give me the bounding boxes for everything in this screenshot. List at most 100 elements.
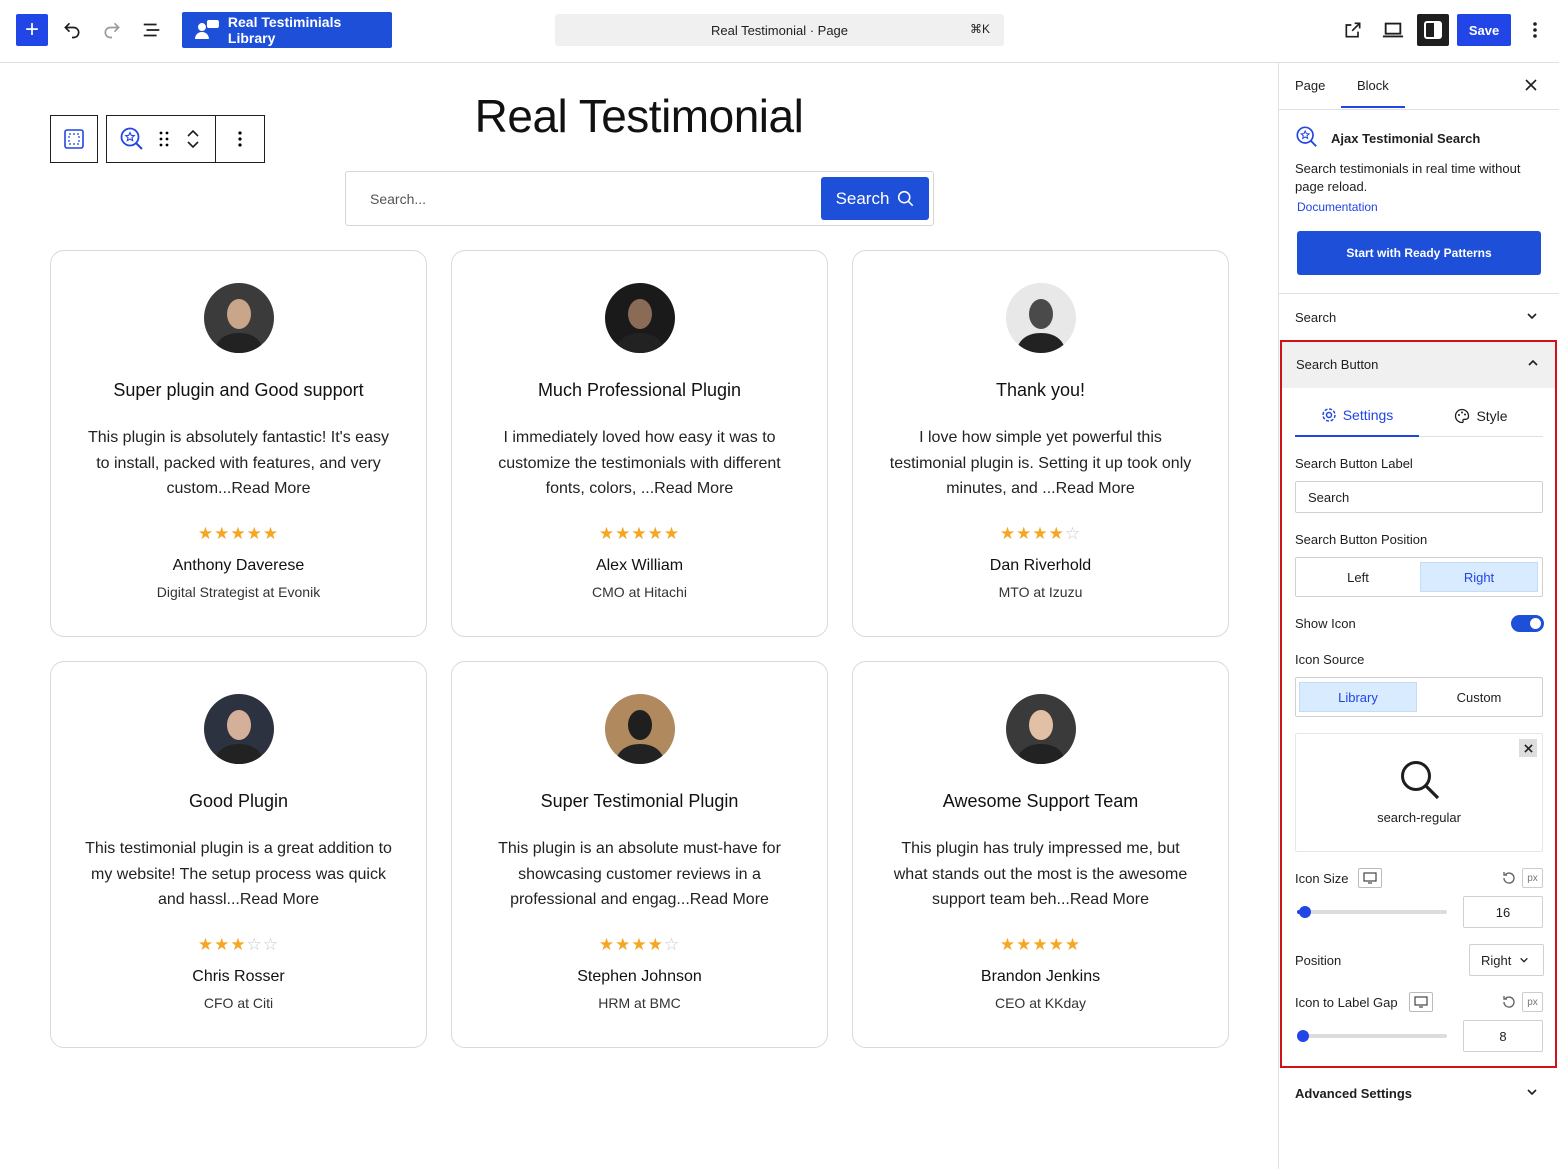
testimonial-role: HRM at BMC [598, 995, 681, 1011]
tab-page[interactable]: Page [1295, 78, 1325, 93]
redo-button[interactable] [98, 16, 126, 44]
ready-patterns-button[interactable]: Start with Ready Patterns [1297, 231, 1541, 275]
testimonial-text: I immediately loved how easy it was to c… [498, 429, 781, 497]
list-view-icon [143, 23, 160, 37]
star-filled-icon: ★ [214, 524, 231, 543]
avatar [1006, 283, 1076, 353]
settings-sidebar-toggle[interactable] [1417, 14, 1449, 46]
star-filled-icon: ★ [1064, 935, 1082, 954]
panel-advanced-settings[interactable]: Advanced Settings [1279, 1068, 1559, 1118]
chevron-down-icon [1527, 1089, 1537, 1096]
testimonial-title: Thank you! [995, 380, 1086, 400]
documentation-link[interactable]: Documentation [1297, 200, 1378, 214]
testimonial-author: Anthony Daverese [172, 557, 305, 574]
testimonial-author: Brandon Jenkins [980, 968, 1101, 985]
star-filled-icon: ★ [262, 524, 280, 543]
star-rating: ★★★★★ [853, 935, 1228, 955]
star-empty-icon: ☆ [246, 935, 263, 954]
star-filled-icon: ★ [598, 935, 616, 954]
undo-icon [64, 22, 80, 39]
avatar [1006, 694, 1076, 764]
star-filled-icon: ★ [999, 524, 1017, 543]
star-filled-icon: ★ [1048, 524, 1065, 543]
testimonial-role: CFO at Citi [203, 995, 274, 1011]
star-filled-icon: ★ [1016, 935, 1033, 954]
testimonial-library-icon [194, 20, 219, 39]
editor-canvas: Real Testimonial Search... Search Super … [0, 63, 1278, 1169]
sidebar-tabs: Page Block [1279, 63, 1559, 110]
star-filled-icon: ★ [1048, 935, 1065, 954]
testimonial-card: Much Professional Plugin I immediately lo… [451, 250, 828, 637]
star-filled-icon: ★ [999, 935, 1017, 954]
close-sidebar-button[interactable] [1525, 75, 1537, 96]
editor-top-toolbar: + Real Testiminials Library Real Testimo… [0, 0, 1559, 63]
star-rating: ★★★☆☆ [51, 935, 426, 955]
library-button-label: Real Testiminials Library [227, 14, 342, 46]
star-filled-icon: ★ [598, 524, 616, 543]
panel-search-title: Search [1295, 310, 1337, 325]
star-filled-icon: ★ [663, 524, 681, 543]
avatar [605, 694, 675, 764]
settings-sidebar: Page Block Ajax Testimonial Search Searc… [1278, 63, 1559, 1169]
tab-block[interactable]: Block [1341, 78, 1405, 108]
command-shortcut: ⌘K [969, 22, 990, 36]
redo-icon [104, 22, 120, 39]
testimonial-text: This plugin is an absolute must-have for… [498, 840, 781, 908]
chevron-down-icon [1527, 313, 1537, 320]
view-page-button[interactable] [1339, 16, 1367, 44]
avatar [605, 283, 675, 353]
star-filled-icon: ★ [1016, 524, 1033, 543]
testimonial-author: Dan Riverhold [989, 557, 1092, 574]
star-filled-icon: ★ [246, 524, 263, 543]
star-rating: ★★★★★ [51, 524, 426, 544]
testimonial-title: Super plugin and Good support [113, 380, 364, 400]
highlight-box [1280, 340, 1557, 1068]
save-button[interactable]: Save [1457, 14, 1511, 46]
search-input[interactable]: Search... [370, 191, 426, 207]
testimonials-library-button[interactable]: Real Testiminials Library [182, 12, 392, 48]
star-filled-icon: ★ [1032, 524, 1049, 543]
block-name: Ajax Testimonial Search [1331, 131, 1481, 146]
testimonial-role: CEO at KKday [994, 995, 1087, 1011]
testimonial-author: Alex William [595, 557, 684, 574]
search-icon [898, 190, 914, 207]
testimonial-card: Super Testimonial Plugin This plugin is a… [451, 661, 828, 1048]
testimonial-author: Chris Rosser [192, 968, 285, 985]
star-filled-icon: ★ [230, 524, 247, 543]
star-rating: ★★★★☆ [452, 935, 827, 955]
search-star-icon [1296, 126, 1317, 147]
avatar [204, 694, 274, 764]
testimonial-author: Stephen Johnson [577, 968, 702, 985]
star-rating: ★★★★★ [452, 524, 827, 544]
testimonial-card: Thank you! I love how simple yet powerful… [852, 250, 1229, 637]
star-filled-icon: ★ [631, 524, 648, 543]
star-filled-icon: ★ [615, 524, 632, 543]
testimonial-card: Good Plugin This testimonial plugin is a … [50, 661, 427, 1048]
star-filled-icon: ★ [1032, 935, 1049, 954]
preview-device-button[interactable] [1379, 16, 1407, 44]
star-filled-icon: ★ [631, 935, 648, 954]
search-submit-button[interactable]: Search [821, 177, 929, 220]
add-block-button[interactable]: + [16, 14, 48, 46]
testimonial-card: Awesome Support Team This plugin has trul… [852, 661, 1229, 1048]
command-palette-bar[interactable]: Real Testimonial · Page ⌘K [555, 14, 1004, 46]
testimonial-title: Good Plugin [188, 791, 289, 811]
options-menu-button[interactable] [1521, 16, 1549, 44]
star-empty-icon: ☆ [1064, 524, 1082, 543]
panel-advanced-title: Advanced Settings [1295, 1085, 1413, 1101]
panel-search[interactable]: Search [1279, 293, 1559, 341]
document-overview-button[interactable] [138, 16, 166, 44]
testimonial-title: Much Professional Plugin [537, 380, 742, 400]
avatar [204, 283, 274, 353]
block-description: Search testimonials in real time without… [1295, 161, 1521, 194]
undo-button[interactable] [58, 16, 86, 44]
star-filled-icon: ★ [615, 935, 632, 954]
star-empty-icon: ☆ [663, 935, 681, 954]
close-icon [1525, 79, 1537, 91]
testimonial-role: Digital Strategist at Evonik [156, 584, 321, 600]
testimonial-text: This plugin is absolutely fantastic! It'… [88, 429, 389, 497]
testimonial-title: Super Testimonial Plugin [540, 791, 739, 811]
star-filled-icon: ★ [197, 935, 215, 954]
testimonial-card: Super plugin and Good support This plugin… [50, 250, 427, 637]
page-title[interactable]: Real Testimonial [0, 89, 1278, 143]
